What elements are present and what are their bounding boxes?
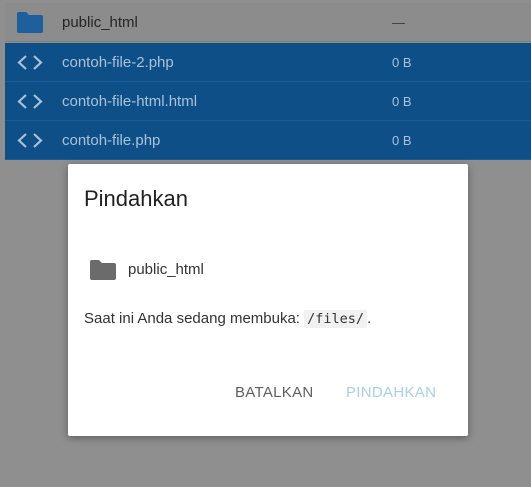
file-row-contoh-file-2[interactable]: contoh-file-2.php 0 B: [5, 43, 531, 82]
folder-icon: [16, 12, 44, 33]
destination-folder-item[interactable]: public_html: [90, 257, 390, 283]
cancel-button[interactable]: BATALKAN: [227, 378, 322, 407]
destination-folder-name: public_html: [128, 261, 204, 278]
current-location-path: /files/: [304, 310, 368, 328]
file-size: 0 B: [392, 133, 412, 148]
file-row-contoh-file[interactable]: contoh-file.php 0 B: [5, 121, 531, 160]
file-name: public_html: [62, 14, 138, 31]
file-size: 0 B: [392, 55, 412, 70]
current-location-label: Saat ini Anda sedang membuka:: [84, 310, 305, 327]
code-icon: [16, 130, 44, 151]
file-name: contoh-file-html.html: [62, 93, 198, 110]
file-size: —: [392, 15, 405, 30]
file-row-public-html[interactable]: public_html —: [5, 3, 531, 42]
file-name: contoh-file.php: [62, 132, 161, 149]
dialog-title: Pindahkan: [84, 186, 188, 211]
file-size: 0 B: [392, 94, 412, 109]
folder-icon: [90, 260, 116, 280]
file-name: contoh-file-2.php: [62, 54, 174, 71]
move-button[interactable]: PINDAHKAN: [338, 378, 444, 407]
code-icon: [16, 91, 44, 112]
current-location-text: Saat ini Anda sedang membuka: /files/.: [84, 310, 372, 328]
file-row-contoh-file-html[interactable]: contoh-file-html.html 0 B: [5, 82, 531, 121]
move-dialog: Pindahkan public_html Saat ini Anda seda…: [68, 164, 468, 436]
code-icon: [16, 52, 44, 73]
current-location-suffix: .: [367, 310, 372, 327]
